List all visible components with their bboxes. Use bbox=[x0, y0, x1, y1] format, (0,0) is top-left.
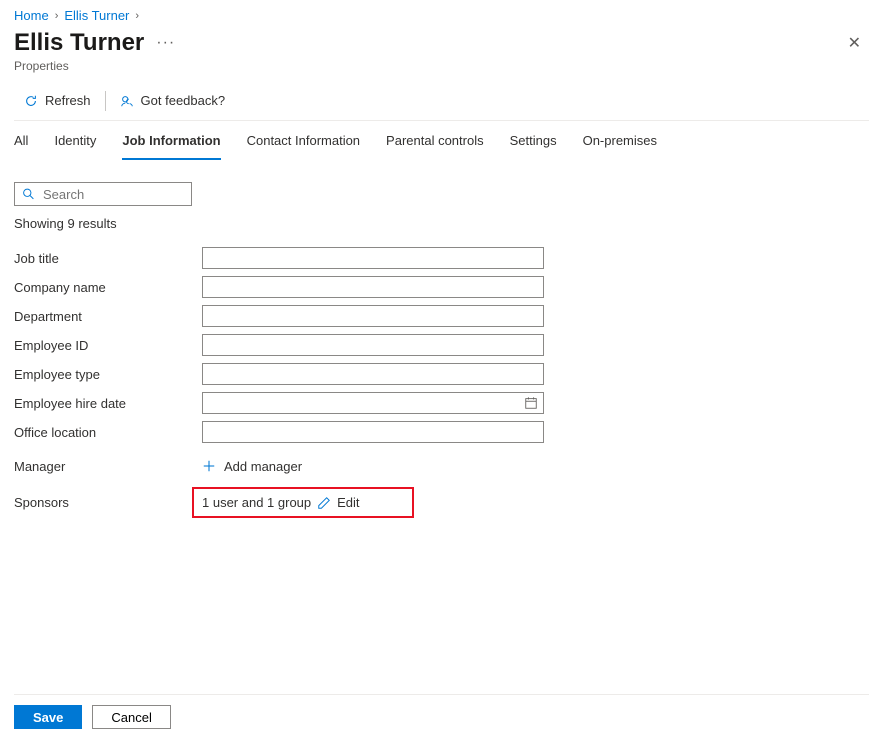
tab-all[interactable]: All bbox=[14, 121, 28, 160]
save-button[interactable]: Save bbox=[14, 705, 82, 729]
manager-label: Manager bbox=[14, 459, 202, 474]
sponsors-summary: 1 user and 1 group bbox=[202, 495, 311, 510]
breadcrumb: Home › Ellis Turner › bbox=[14, 8, 869, 23]
tab-on-premises[interactable]: On-premises bbox=[583, 121, 657, 160]
sponsors-highlight: 1 user and 1 group Edit bbox=[192, 487, 414, 518]
cancel-button[interactable]: Cancel bbox=[92, 705, 170, 729]
company-name-input[interactable] bbox=[202, 276, 544, 298]
refresh-button[interactable]: Refresh bbox=[14, 87, 101, 114]
employee-type-input[interactable] bbox=[202, 363, 544, 385]
feedback-label: Got feedback? bbox=[141, 93, 226, 108]
search-wrapper bbox=[14, 182, 192, 206]
breadcrumb-user[interactable]: Ellis Turner bbox=[64, 8, 129, 23]
pencil-icon bbox=[317, 496, 331, 510]
department-label: Department bbox=[14, 309, 202, 324]
hire-date-label: Employee hire date bbox=[14, 396, 202, 411]
plus-icon bbox=[202, 459, 216, 473]
tab-identity[interactable]: Identity bbox=[54, 121, 96, 160]
chevron-right-icon: › bbox=[55, 10, 59, 22]
employee-id-label: Employee ID bbox=[14, 338, 202, 353]
more-menu-button[interactable]: ··· bbox=[156, 34, 175, 52]
chevron-right-icon: › bbox=[135, 10, 139, 22]
footer-divider bbox=[14, 694, 869, 695]
add-manager-label: Add manager bbox=[224, 459, 302, 474]
page-subtitle: Properties bbox=[14, 59, 869, 73]
office-location-label: Office location bbox=[14, 425, 202, 440]
tab-settings[interactable]: Settings bbox=[510, 121, 557, 160]
sponsors-label: Sponsors bbox=[14, 495, 202, 510]
breadcrumb-home[interactable]: Home bbox=[14, 8, 49, 23]
employee-id-input[interactable] bbox=[202, 334, 544, 356]
tabs: All Identity Job Information Contact Inf… bbox=[14, 121, 869, 160]
feedback-button[interactable]: Got feedback? bbox=[110, 87, 236, 114]
toolbar-separator bbox=[105, 91, 106, 111]
sponsors-edit-label: Edit bbox=[337, 495, 359, 510]
tab-parental-controls[interactable]: Parental controls bbox=[386, 121, 484, 160]
employee-type-label: Employee type bbox=[14, 367, 202, 382]
search-icon bbox=[22, 188, 35, 201]
add-manager-button[interactable]: Add manager bbox=[202, 459, 302, 474]
results-count: Showing 9 results bbox=[14, 216, 869, 231]
page-title: Ellis Turner bbox=[14, 29, 144, 57]
search-input[interactable] bbox=[14, 182, 192, 206]
refresh-label: Refresh bbox=[45, 93, 91, 108]
footer-buttons: Save Cancel bbox=[14, 705, 869, 729]
sponsors-edit-button[interactable]: Edit bbox=[317, 495, 359, 510]
department-input[interactable] bbox=[202, 305, 544, 327]
hire-date-input[interactable] bbox=[202, 392, 544, 414]
feedback-icon bbox=[120, 94, 134, 108]
tab-contact-information[interactable]: Contact Information bbox=[247, 121, 360, 160]
refresh-icon bbox=[24, 94, 38, 108]
job-title-label: Job title bbox=[14, 251, 202, 266]
job-title-input[interactable] bbox=[202, 247, 544, 269]
company-name-label: Company name bbox=[14, 280, 202, 295]
tab-job-information[interactable]: Job Information bbox=[122, 121, 220, 160]
office-location-input[interactable] bbox=[202, 421, 544, 443]
close-button[interactable]: ✕ bbox=[840, 29, 869, 57]
toolbar: Refresh Got feedback? bbox=[14, 87, 869, 114]
